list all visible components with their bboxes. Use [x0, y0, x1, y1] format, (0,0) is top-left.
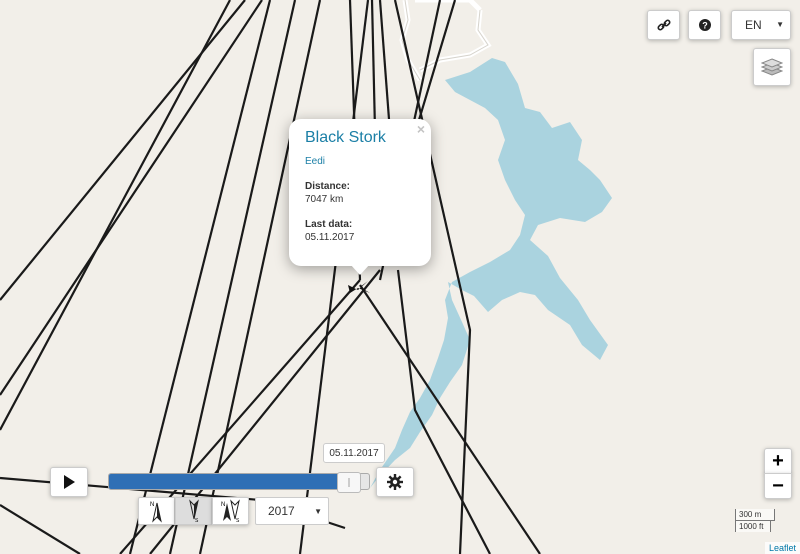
chevron-down-icon: ▼ — [314, 507, 322, 516]
distance-value: 7047 km — [305, 194, 344, 205]
timeline-handle[interactable] — [337, 472, 362, 493]
play-icon — [64, 475, 75, 489]
language-label: EN — [745, 18, 762, 32]
svg-text:S: S — [236, 518, 240, 523]
help-button[interactable]: ? — [688, 10, 721, 40]
share-link-button[interactable] — [647, 10, 680, 40]
language-select[interactable]: EN ▼ — [731, 10, 791, 40]
last-data-label: Last data: — [305, 219, 353, 230]
last-data-value: 05.11.2017 — [305, 232, 355, 243]
svg-text:S: S — [195, 518, 199, 523]
compass-both-icon: N S — [221, 499, 240, 523]
compass-north-icon: N — [150, 502, 162, 523]
scale-bar: 300 m 1000 ft — [735, 509, 775, 532]
play-button[interactable] — [50, 467, 88, 497]
svg-text:N: N — [150, 502, 154, 508]
timeline-slider[interactable] — [108, 473, 370, 490]
timeline-progress — [109, 474, 351, 489]
bird-popup: × Black Stork Eedi Distance: 7047 km Las… — [289, 119, 431, 266]
direction-both-button[interactable]: N S — [212, 497, 249, 525]
zoom-in-label: + — [772, 449, 784, 472]
svg-text:N: N — [221, 502, 225, 508]
direction-north-button[interactable]: N — [138, 497, 175, 525]
popup-close-button[interactable]: × — [417, 121, 425, 137]
direction-south-button[interactable]: S — [175, 497, 212, 525]
link-icon — [656, 19, 671, 31]
distance-label: Distance: — [305, 181, 351, 192]
layers-button[interactable] — [753, 48, 791, 86]
compass-south-icon: S — [188, 499, 199, 523]
leaflet-attribution-link[interactable]: Leaflet — [764, 542, 800, 554]
zoom-in-button[interactable]: + — [764, 448, 792, 474]
svg-text:?: ? — [702, 21, 708, 31]
year-value: 2017 — [268, 504, 295, 518]
zoom-out-button[interactable]: − — [764, 473, 792, 499]
zoom-out-label: − — [772, 474, 784, 497]
popup-title: Black Stork — [305, 129, 386, 146]
settings-button[interactable] — [376, 467, 414, 497]
chevron-down-icon: ▼ — [776, 20, 784, 29]
popup-tip — [350, 264, 370, 275]
gear-icon — [387, 474, 403, 490]
scale-imperial: 1000 ft — [735, 520, 771, 532]
question-icon: ? — [698, 19, 711, 31]
timeline-date-tooltip: 05.11.2017 — [323, 443, 385, 463]
layers-icon — [761, 58, 783, 76]
year-select[interactable]: 2017 ▼ — [255, 497, 329, 525]
bird-name-link[interactable]: Eedi — [305, 156, 415, 167]
